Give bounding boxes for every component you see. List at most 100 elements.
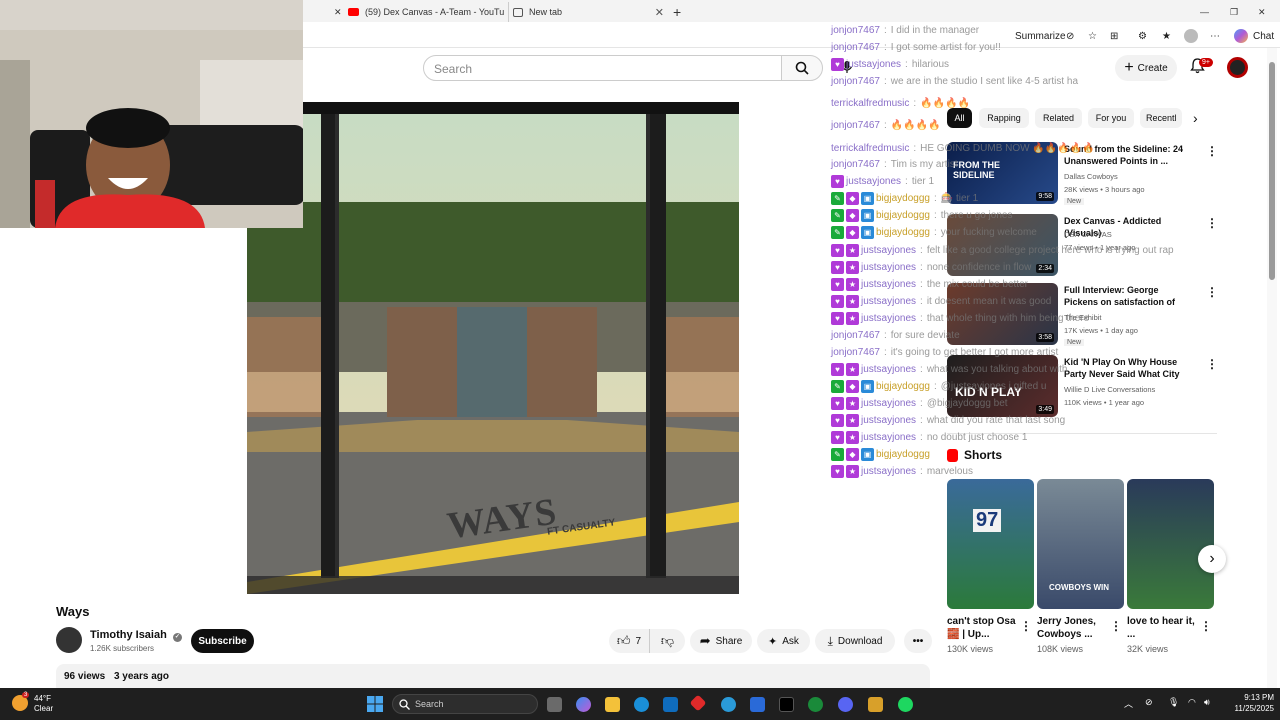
channel-avatar[interactable]: [56, 627, 82, 653]
star-badge-icon: ★: [846, 465, 859, 478]
download-button[interactable]: ⤓ Download: [815, 629, 895, 653]
edge-browser-icon[interactable]: [634, 697, 649, 712]
windows-start-icon[interactable]: [367, 696, 383, 712]
short-item[interactable]: COWBOYS WIN Jerry Jones, Cowboys ... 108…: [1037, 479, 1124, 654]
more-vertical-icon[interactable]: ⋮: [1200, 619, 1212, 633]
spotify-icon[interactable]: [898, 697, 913, 712]
favorite-star-icon[interactable]: ☆: [1088, 31, 1097, 42]
app-icon[interactable]: [721, 697, 736, 712]
more-vertical-icon[interactable]: ⋮: [1110, 619, 1122, 633]
extensions-icon[interactable]: ⚙: [1138, 31, 1147, 42]
task-view-icon[interactable]: [547, 697, 562, 712]
system-clock[interactable]: 9:13 PM 11/25/2025: [1224, 692, 1274, 714]
thumbnail-text: COWBOYS WIN: [1049, 583, 1109, 592]
download-label: Download: [837, 635, 883, 647]
sparkle-icon: ✦: [768, 635, 778, 648]
search-button[interactable]: [781, 55, 823, 81]
chevron-right-icon[interactable]: ›: [1193, 110, 1198, 126]
taskbar-search-placeholder: Search: [415, 699, 444, 709]
chip-all[interactable]: All: [947, 108, 972, 128]
more-actions-button[interactable]: •••: [904, 629, 932, 653]
webcam-feed-image: [0, 0, 303, 228]
more-vertical-icon[interactable]: ⋮: [1206, 216, 1218, 230]
more-options-icon[interactable]: ⋯: [1210, 31, 1220, 42]
xbox-icon[interactable]: [808, 697, 823, 712]
more-vertical-icon[interactable]: ⋮: [1206, 285, 1218, 299]
profile-icon[interactable]: [1184, 29, 1198, 43]
chip-rapping[interactable]: Rapping: [979, 108, 1029, 128]
minimize-icon[interactable]: —: [1200, 2, 1209, 22]
moderator-badge-icon: ✎: [831, 380, 844, 393]
close-tab-icon[interactable]: ✕: [334, 2, 344, 22]
network-icon[interactable]: ⊘: [1145, 697, 1153, 708]
chat-separator: :: [920, 245, 923, 256]
collections-icon[interactable]: ★: [1162, 31, 1171, 42]
account-avatar[interactable]: [1227, 57, 1248, 78]
chat-message: ♥ ★ justsayjones: what did you rate that la…: [831, 413, 1065, 428]
new-tab-plus-icon[interactable]: +: [673, 2, 681, 22]
weather-widget[interactable]: 44°F Clear: [34, 694, 53, 714]
plus-icon: +: [1124, 59, 1134, 76]
copilot-icon[interactable]: [576, 697, 591, 712]
heart-badge-icon: ♥: [831, 414, 844, 427]
more-vertical-icon[interactable]: ⋮: [1206, 144, 1218, 158]
chip-related[interactable]: Related: [1035, 108, 1082, 128]
chat-username: terrickalfredmusic: [831, 143, 910, 154]
channel-name[interactable]: Timothy Isaiah ✓: [90, 629, 182, 642]
chat-message: ✎ ◆ ▣ bigjaydoggg: there u go jones: [831, 208, 1012, 223]
create-button[interactable]: + Create: [1115, 55, 1177, 81]
more-vertical-icon[interactable]: ⋮: [1206, 357, 1218, 371]
search-input[interactable]: Search: [423, 55, 782, 81]
microsoft-store-icon[interactable]: [663, 697, 678, 712]
webcam-overlay: [0, 0, 303, 228]
outlook-icon[interactable]: [750, 697, 765, 712]
window-close-icon[interactable]: ✕: [1258, 2, 1266, 22]
like-button[interactable]: 👍︎ 7: [609, 629, 649, 653]
tab-new-tab[interactable]: New tab ✕: [508, 2, 668, 22]
chat-button[interactable]: Chat: [1253, 31, 1274, 42]
subscriber-badge-icon: ▣: [861, 192, 874, 205]
more-vertical-icon[interactable]: ⋮: [1020, 619, 1032, 633]
share-button[interactable]: ➦ Share: [690, 629, 752, 653]
recommendation-meta: 110K views • 1 year ago: [1064, 398, 1145, 407]
wifi-icon[interactable]: ◠: [1188, 697, 1196, 708]
tiktok-icon[interactable]: [779, 697, 794, 712]
chat-text: @justsayjones i gifted u: [940, 381, 1047, 392]
taskbar-search-input[interactable]: Search: [392, 694, 538, 714]
chat-separator: :: [913, 98, 917, 109]
short-item[interactable]: 97 can't stop Osa 🧱 | Up... 130K views ⋮: [947, 479, 1034, 654]
summarize-button[interactable]: Summarize: [1015, 31, 1066, 42]
discord-icon[interactable]: [838, 697, 853, 712]
download-icon: ⤓: [827, 633, 833, 648]
close-tab-icon[interactable]: ✕: [655, 6, 664, 19]
volume-icon[interactable]: 🔊︎: [1204, 697, 1210, 708]
chat-text: HE GOING DUMB NOW 🔥🔥🔥🔥🔥: [920, 143, 1095, 154]
split-screen-icon[interactable]: ⊞: [1110, 31, 1118, 42]
app-icon[interactable]: [868, 697, 883, 712]
chat-username: bigjaydoggg: [876, 449, 930, 460]
chat-text: 🔥🔥🔥🔥: [890, 120, 941, 131]
tab-youtube[interactable]: (59) Dex Canvas - A-Team - YouTu: [348, 2, 508, 22]
summarize-icon[interactable]: ⊘: [1066, 31, 1074, 42]
chip-for-you[interactable]: For you: [1088, 108, 1134, 128]
chat-separator: :: [883, 76, 887, 87]
file-explorer-icon[interactable]: [605, 697, 620, 712]
shorts-next-button[interactable]: ›: [1198, 545, 1226, 573]
chip-recently[interactable]: Recentl: [1140, 108, 1182, 128]
video-player[interactable]: WAYS FT CASUALTY: [247, 102, 739, 594]
new-tab-favicon-icon: [513, 7, 523, 17]
copilot-icon[interactable]: [1234, 29, 1248, 43]
chat-text: marvelous: [926, 466, 973, 477]
recommendation-channel: DEX CANVAS: [1064, 230, 1112, 239]
thumbs-up-icon: 👍︎: [616, 633, 631, 648]
ask-button[interactable]: ✦ Ask: [757, 629, 810, 653]
dislike-button[interactable]: 👎︎: [649, 629, 685, 653]
chat-username: justsayjones: [861, 245, 917, 256]
chat-separator: :: [905, 59, 908, 70]
subscribe-button[interactable]: Subscribe: [191, 629, 254, 653]
chevron-up-icon[interactable]: ︿: [1124, 697, 1133, 710]
maximize-icon[interactable]: ❐: [1230, 2, 1238, 22]
chat-text: what did you rate that last song: [926, 415, 1066, 426]
scrollbar-thumb[interactable]: [1269, 62, 1275, 280]
microphone-icon[interactable]: 🎙︎: [1168, 697, 1179, 708]
